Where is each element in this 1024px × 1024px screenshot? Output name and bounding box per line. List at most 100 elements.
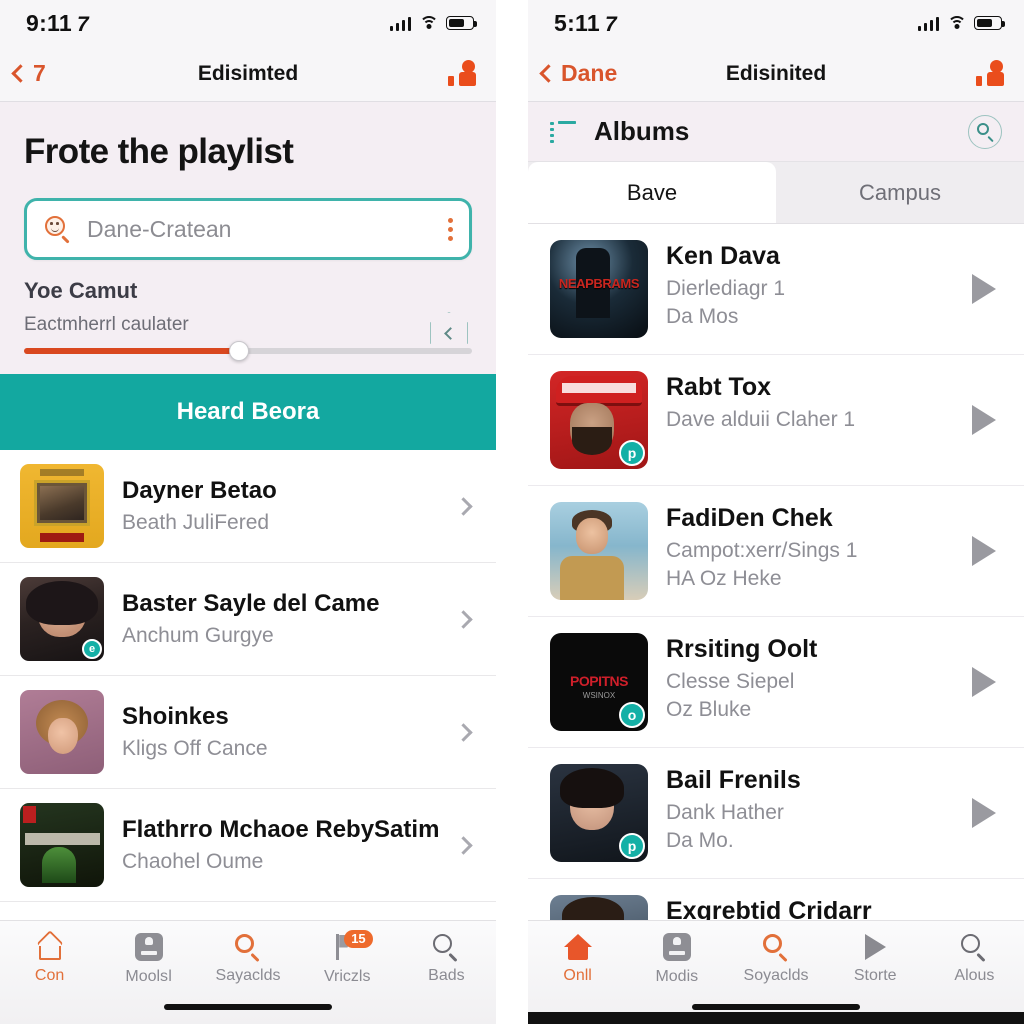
right-tab-bar: Onll Modis Soyaclds Storte Alous bbox=[528, 920, 1024, 1024]
list-item-subtitle: Kligs Off Cance bbox=[122, 737, 268, 760]
chevron-left-icon bbox=[11, 64, 30, 83]
segmented-tabs: Bave Campus bbox=[528, 162, 1024, 224]
album-title: FadiDen Chek bbox=[666, 504, 833, 532]
home-indicator bbox=[692, 1004, 860, 1010]
segment-label: Campus bbox=[859, 179, 941, 205]
tab-sayaclds[interactable]: Sayaclds bbox=[198, 933, 297, 985]
list-item[interactable]: e Baster Sayle del Came Anchum Gurgye bbox=[0, 563, 496, 676]
album-row[interactable]: FadiDen Chek Campot:xerr/Sings 1 HA Oz H… bbox=[528, 486, 1024, 617]
play-icon[interactable] bbox=[972, 798, 996, 828]
progress-slider[interactable] bbox=[24, 341, 472, 361]
play-icon[interactable] bbox=[972, 274, 996, 304]
search-icon bbox=[433, 933, 459, 962]
chevron-right-icon bbox=[454, 722, 473, 742]
album-subtitle: Clesse Siepel bbox=[666, 670, 795, 693]
section-banner[interactable]: Heard Beora bbox=[0, 374, 496, 450]
status-time-value: 5:11 bbox=[554, 9, 600, 36]
left-phone-panel: 9:11 7 7 Edisimted Frote the playlist Da… bbox=[0, 0, 496, 1024]
status-indicators bbox=[389, 15, 477, 31]
list-item-subtitle: Beath JuliFered bbox=[122, 511, 270, 534]
person-icon[interactable] bbox=[976, 59, 1004, 88]
list-item[interactable]: Dayner Betao Beath JuliFered bbox=[0, 450, 496, 563]
person-icon[interactable] bbox=[448, 59, 476, 88]
chevron-right-icon bbox=[454, 496, 473, 516]
section-banner-label: Heard Beora bbox=[176, 398, 320, 425]
play-icon[interactable] bbox=[972, 536, 996, 566]
notification-badge: 15 bbox=[344, 929, 373, 949]
tab-label: Bads bbox=[428, 966, 465, 984]
cellular-signal-icon bbox=[917, 16, 939, 31]
album-subtitle: Campot:xerr/Sings 1 bbox=[666, 539, 858, 562]
left-nav-bar: 7 Edisimted bbox=[0, 46, 496, 102]
tab-label: Con bbox=[34, 966, 65, 984]
search-icon bbox=[235, 933, 261, 962]
album-row[interactable]: POPITNS WSINOX o Rrsiting Oolt Clesse Sie… bbox=[528, 617, 1024, 748]
search-face-icon bbox=[45, 216, 71, 244]
tab-label: Alous bbox=[954, 966, 995, 984]
thumbnail bbox=[20, 690, 104, 774]
list-item-title: Dayner Betao bbox=[122, 477, 277, 504]
tab-storte[interactable]: Storte bbox=[826, 933, 925, 985]
play-icon[interactable] bbox=[972, 405, 996, 435]
hero-section: Frote the playlist Dane-Cratean Yoe Camu… bbox=[0, 102, 496, 374]
wifi-icon bbox=[419, 15, 438, 31]
back-button[interactable]: 7 bbox=[11, 60, 46, 87]
page-title: Edisimted bbox=[197, 61, 299, 85]
list-item-subtitle: Anchum Gurgye bbox=[122, 624, 274, 647]
panel-divider bbox=[496, 0, 528, 1024]
tab-con[interactable]: Con bbox=[0, 929, 99, 985]
album-art bbox=[550, 502, 648, 600]
album-art: p bbox=[550, 764, 648, 862]
slider-knob[interactable] bbox=[229, 341, 250, 361]
tab-soyaclds[interactable]: Soyaclds bbox=[726, 933, 825, 985]
location-arrow-glyph: 7 bbox=[76, 12, 89, 36]
tab-onll[interactable]: Onll bbox=[528, 933, 627, 985]
list-item-title: Baster Sayle del Came bbox=[122, 590, 380, 617]
screen-bottom-edge bbox=[528, 1012, 1024, 1024]
tab-label: Soyaclds bbox=[743, 966, 809, 984]
tab-bave[interactable]: Bave bbox=[528, 162, 776, 223]
chevron-left-icon bbox=[539, 64, 558, 83]
tab-mools[interactable]: Moolsǀ bbox=[99, 932, 198, 986]
search-input[interactable]: Dane-Cratean bbox=[24, 198, 472, 260]
tab-alous[interactable]: Alous bbox=[925, 933, 1024, 985]
play-icon[interactable] bbox=[972, 667, 996, 697]
tab-modis[interactable]: Modis bbox=[627, 932, 726, 986]
verified-badge: e bbox=[82, 639, 102, 659]
left-tab-bar: Con Moolsǀ Sayaclds 15 Vriczls Bads bbox=[0, 920, 496, 1024]
hero-title: Frote the playlist bbox=[24, 132, 294, 171]
album-row[interactable]: NEAPBRAMS Ken Dava Dierlediagr 1 Da Mos bbox=[528, 224, 1024, 355]
list-item-subtitle: Chaohel Oume bbox=[122, 850, 264, 873]
verified-badge: o bbox=[619, 702, 645, 728]
album-meta: Da Mos bbox=[666, 305, 739, 328]
list-item-title: Shoinkes bbox=[122, 703, 229, 730]
albums-header: Albums bbox=[528, 102, 1024, 162]
album-row[interactable]: p Rabt Tox Dave alduii Claher 1 bbox=[528, 355, 1024, 486]
tab-campus[interactable]: Campus bbox=[776, 162, 1024, 223]
album-title: Ken Dava bbox=[666, 242, 780, 270]
back-label: 7 bbox=[33, 60, 46, 86]
list-icon bbox=[550, 120, 576, 143]
back-button[interactable]: Dane bbox=[539, 60, 618, 87]
album-meta: HA Oz Heke bbox=[666, 567, 782, 590]
verified-badge: p bbox=[619, 833, 645, 859]
album-title: Bail Frenils bbox=[666, 766, 801, 794]
list-item[interactable]: Flathrro Mchaoe RebySatime Chaohel Oume bbox=[0, 789, 496, 902]
search-circle-icon[interactable] bbox=[968, 114, 1002, 149]
left-status-bar: 9:11 7 bbox=[0, 0, 496, 46]
thumbnail: e bbox=[20, 577, 104, 661]
tab-vriczls[interactable]: 15 Vriczls bbox=[298, 929, 397, 986]
tab-bads[interactable]: Bads bbox=[397, 933, 496, 985]
kebab-menu-icon[interactable] bbox=[448, 217, 453, 241]
home-filled-icon bbox=[563, 933, 592, 960]
list-item[interactable]: Shoinkes Kligs Off Cance bbox=[0, 676, 496, 789]
back-label: Dane bbox=[561, 60, 618, 86]
status-time: 5:11 7 bbox=[554, 10, 617, 37]
album-row[interactable]: p Bail Frenils Dank Hather Da Mo. bbox=[528, 748, 1024, 879]
slider-fill bbox=[24, 348, 240, 354]
thumbnail bbox=[20, 464, 104, 548]
tab-label: Sayaclds bbox=[215, 966, 281, 984]
album-art: POPITNS WSINOX o bbox=[550, 633, 648, 731]
album-art: p bbox=[550, 371, 648, 469]
thumbnail bbox=[20, 803, 104, 887]
